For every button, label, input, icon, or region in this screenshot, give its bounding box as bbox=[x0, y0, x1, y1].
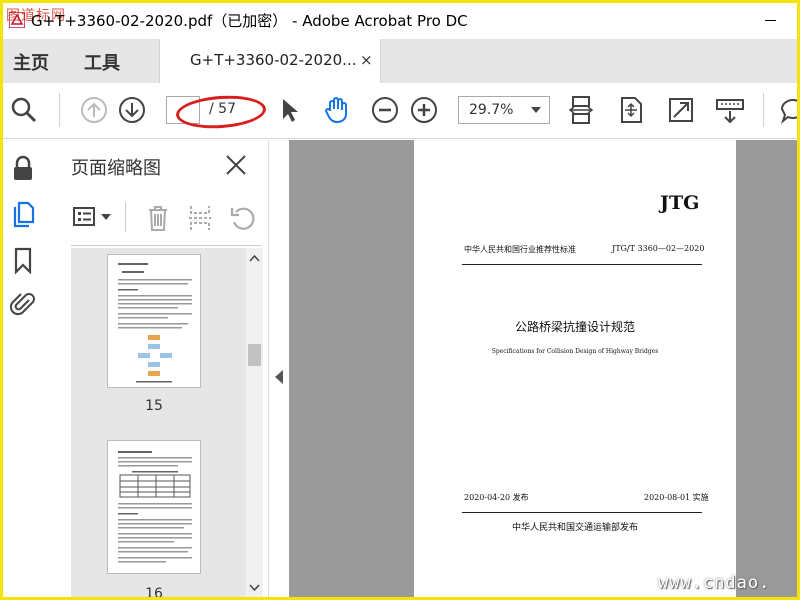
fullscreen-icon[interactable] bbox=[666, 95, 696, 125]
zoom-dropdown[interactable]: 29.7% bbox=[458, 96, 550, 124]
divider-line bbox=[462, 264, 702, 265]
zoom-value: 29.7% bbox=[469, 102, 514, 118]
page-thumbnail[interactable] bbox=[107, 440, 201, 574]
scroll-mode-icon[interactable] bbox=[566, 95, 596, 125]
implementation-date: 2020-08-01 实施 bbox=[644, 493, 709, 502]
rotate-icon[interactable] bbox=[229, 204, 257, 232]
lock-icon[interactable] bbox=[9, 154, 37, 182]
panel-divider bbox=[71, 245, 261, 246]
thumbnail-content bbox=[118, 451, 192, 563]
page-down-icon[interactable] bbox=[117, 95, 147, 125]
document-title-en: Specifications for Collision Design of H… bbox=[491, 348, 659, 355]
extract-pages-icon[interactable] bbox=[187, 204, 213, 232]
toolbar-divider bbox=[763, 93, 764, 127]
thumbnail-panel: 页面缩略图 15 16 bbox=[43, 140, 269, 600]
issue-date: 2020-04-20 发布 bbox=[464, 493, 529, 502]
fit-page-icon[interactable] bbox=[616, 95, 646, 125]
page-up-icon[interactable] bbox=[79, 95, 109, 125]
comment-icon[interactable] bbox=[778, 95, 797, 125]
standard-type: 中华人民共和国行业推荐性标准 bbox=[464, 245, 576, 254]
divider-line bbox=[462, 512, 702, 513]
panel-title: 页面缩略图 bbox=[71, 158, 161, 179]
standard-code: JTG/T 3360—02—2020 bbox=[612, 244, 705, 253]
attachment-icon[interactable] bbox=[9, 290, 37, 318]
thumbnail-list: 15 16 bbox=[71, 248, 263, 600]
thumbnail-page-number: 15 bbox=[145, 398, 163, 414]
panel-toolbar-divider bbox=[125, 202, 126, 232]
window-title: G+T+3360-02-2020.pdf（已加密） - Adobe Acroba… bbox=[31, 12, 468, 30]
scrollbar-thumb[interactable] bbox=[248, 344, 261, 366]
panel-collapse-handle[interactable] bbox=[271, 140, 289, 597]
close-icon[interactable]: × bbox=[360, 51, 373, 69]
tools-tab[interactable]: 工具 bbox=[84, 49, 120, 75]
chevron-left-icon[interactable] bbox=[275, 370, 283, 384]
navigation-rail bbox=[3, 140, 43, 597]
title-bar: 图道标网 G+T+3360-02-2020.pdf（已加密） - Adobe A… bbox=[3, 3, 797, 39]
select-cursor-icon[interactable] bbox=[275, 95, 305, 125]
chevron-down-icon bbox=[531, 107, 541, 113]
app-window: 图道标网 G+T+3360-02-2020.pdf（已加密） - Adobe A… bbox=[0, 0, 800, 600]
thumbnail-page-number: 16 bbox=[145, 586, 163, 600]
zoom-out-icon[interactable] bbox=[370, 95, 400, 125]
read-mode-icon[interactable] bbox=[715, 95, 745, 125]
main-toolbar: / 57 29.7% bbox=[3, 83, 797, 139]
search-icon[interactable] bbox=[9, 95, 39, 125]
thumbnail-scrollbar[interactable] bbox=[246, 248, 263, 597]
home-tab[interactable]: 主页 bbox=[13, 49, 49, 75]
toolbar-divider bbox=[59, 93, 60, 127]
thumbnail-content bbox=[118, 263, 192, 383]
pdf-page: JTG 中华人民共和国行业推荐性标准 JTG/T 3360—02—2020 公路… bbox=[414, 140, 736, 597]
bookmark-icon[interactable] bbox=[9, 246, 37, 275]
chevron-down-icon[interactable] bbox=[249, 584, 260, 592]
minimize-button[interactable] bbox=[755, 7, 785, 33]
standard-logo-text: JTG bbox=[660, 192, 700, 214]
document-tab[interactable]: G+T+3360-02-2020... × bbox=[159, 39, 381, 83]
chevron-up-icon[interactable] bbox=[249, 254, 260, 262]
document-viewport[interactable]: JTG 中华人民共和国行业推荐性标准 JTG/T 3360—02—2020 公路… bbox=[289, 140, 797, 597]
delete-icon[interactable] bbox=[145, 204, 171, 232]
hand-tool-icon[interactable] bbox=[321, 95, 351, 125]
page-thumbnail[interactable] bbox=[107, 254, 201, 388]
chevron-down-icon[interactable] bbox=[101, 214, 111, 220]
watermark-text: www.cndao. bbox=[658, 573, 771, 593]
menu-tab-row: 主页 工具 G+T+3360-02-2020... × bbox=[3, 39, 797, 83]
page-thumbnails-icon[interactable] bbox=[9, 200, 37, 228]
document-title-cn: 公路桥梁抗撞设计规范 bbox=[514, 320, 635, 334]
panel-toolbar bbox=[71, 200, 261, 236]
options-menu-icon[interactable] bbox=[73, 206, 99, 228]
publisher: 中华人民共和国交通运输部发布 bbox=[511, 523, 638, 533]
document-tab-label: G+T+3360-02-2020... bbox=[190, 51, 357, 69]
close-icon[interactable] bbox=[224, 153, 248, 177]
zoom-in-icon[interactable] bbox=[409, 95, 439, 125]
